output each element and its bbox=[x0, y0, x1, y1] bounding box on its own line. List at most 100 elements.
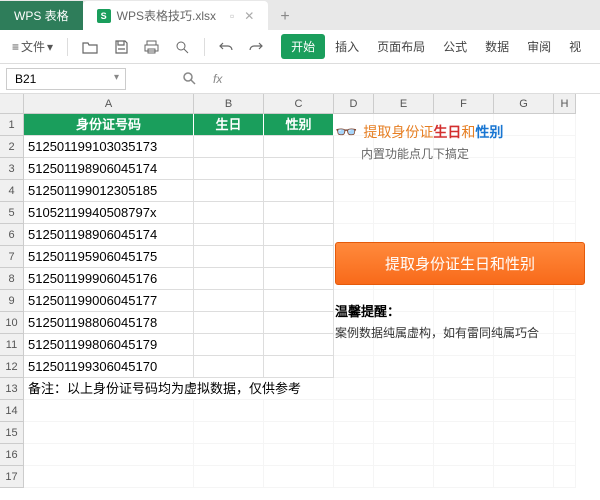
cell[interactable] bbox=[264, 158, 334, 180]
row-header[interactable]: 4 bbox=[0, 180, 24, 202]
cell[interactable] bbox=[194, 422, 264, 444]
cell[interactable] bbox=[264, 400, 334, 422]
cell[interactable] bbox=[554, 422, 576, 444]
cell[interactable]: 512501195906045175 bbox=[24, 246, 194, 268]
row-header[interactable]: 7 bbox=[0, 246, 24, 268]
cell[interactable] bbox=[194, 246, 264, 268]
row-header[interactable]: 9 bbox=[0, 290, 24, 312]
cell[interactable] bbox=[334, 466, 374, 488]
cell[interactable] bbox=[334, 422, 374, 444]
close-icon[interactable]: ✕ bbox=[244, 9, 254, 23]
col-header-H[interactable]: H bbox=[554, 94, 576, 114]
col-header-E[interactable]: E bbox=[374, 94, 434, 114]
cell[interactable] bbox=[264, 444, 334, 466]
cell[interactable] bbox=[24, 466, 194, 488]
col-header-F[interactable]: F bbox=[434, 94, 494, 114]
fx-label[interactable]: fx bbox=[213, 72, 222, 86]
cell[interactable] bbox=[264, 246, 334, 268]
cell[interactable] bbox=[494, 400, 554, 422]
undo-button[interactable] bbox=[213, 37, 239, 57]
cell[interactable] bbox=[264, 224, 334, 246]
cell[interactable] bbox=[194, 202, 264, 224]
cell[interactable]: 512501199103035173 bbox=[24, 136, 194, 158]
cell[interactable]: 512501198906045174 bbox=[24, 224, 194, 246]
cell[interactable]: 512501199012305185 bbox=[24, 180, 194, 202]
cell[interactable] bbox=[264, 290, 334, 312]
cell[interactable] bbox=[374, 400, 434, 422]
cell[interactable] bbox=[334, 356, 374, 378]
new-tab-button[interactable]: + bbox=[268, 4, 301, 30]
cell[interactable] bbox=[434, 422, 494, 444]
row-header[interactable]: 8 bbox=[0, 268, 24, 290]
cell[interactable] bbox=[494, 378, 554, 400]
cell[interactable]: 512501198906045174 bbox=[24, 158, 194, 180]
col-header-D[interactable]: D bbox=[334, 94, 374, 114]
cell[interactable]: 512501199806045179 bbox=[24, 334, 194, 356]
cell[interactable]: 512501199006045177 bbox=[24, 290, 194, 312]
tab-insert[interactable]: 插入 bbox=[327, 34, 367, 59]
cell[interactable] bbox=[494, 444, 554, 466]
search-icon[interactable] bbox=[176, 67, 203, 90]
preview-button[interactable] bbox=[169, 36, 196, 58]
cell[interactable] bbox=[194, 180, 264, 202]
cell[interactable] bbox=[24, 444, 194, 466]
row-header[interactable]: 15 bbox=[0, 422, 24, 444]
name-box[interactable]: B21 bbox=[6, 68, 126, 90]
cell[interactable] bbox=[194, 136, 264, 158]
file-tab[interactable]: S WPS表格技巧.xlsx ▫ ✕ bbox=[83, 1, 269, 30]
cell[interactable] bbox=[494, 356, 554, 378]
cell[interactable]: 512501198806045178 bbox=[24, 312, 194, 334]
row-header[interactable]: 2 bbox=[0, 136, 24, 158]
tab-data[interactable]: 数据 bbox=[477, 34, 517, 59]
cell[interactable] bbox=[194, 400, 264, 422]
tab-review[interactable]: 审阅 bbox=[519, 34, 559, 59]
cell[interactable] bbox=[264, 268, 334, 290]
row-header[interactable]: 1 bbox=[0, 114, 24, 136]
cell[interactable] bbox=[194, 312, 264, 334]
redo-button[interactable] bbox=[243, 37, 269, 57]
col-header-G[interactable]: G bbox=[494, 94, 554, 114]
cell[interactable] bbox=[194, 158, 264, 180]
select-all-corner[interactable] bbox=[0, 94, 24, 114]
cell[interactable] bbox=[334, 378, 374, 400]
cell[interactable]: 51052119940508797x bbox=[24, 202, 194, 224]
row-header[interactable]: 5 bbox=[0, 202, 24, 224]
open-button[interactable] bbox=[76, 36, 104, 58]
cell[interactable] bbox=[194, 224, 264, 246]
cell[interactable] bbox=[264, 466, 334, 488]
cell[interactable] bbox=[24, 422, 194, 444]
cell[interactable] bbox=[194, 290, 264, 312]
cell[interactable] bbox=[24, 400, 194, 422]
cell[interactable]: 性别 bbox=[264, 114, 334, 136]
col-header-C[interactable]: C bbox=[264, 94, 334, 114]
note-cell[interactable]: 备注：以上身份证号码均为虚拟数据，仅供参考 bbox=[24, 378, 334, 400]
cell[interactable] bbox=[434, 444, 494, 466]
cell[interactable] bbox=[194, 356, 264, 378]
cell[interactable] bbox=[334, 444, 374, 466]
cell[interactable]: 身份证号码 bbox=[24, 114, 194, 136]
row-header[interactable]: 13 bbox=[0, 378, 24, 400]
cell[interactable] bbox=[434, 400, 494, 422]
cell[interactable] bbox=[494, 466, 554, 488]
tab-view[interactable]: 视 bbox=[561, 34, 589, 59]
cell[interactable] bbox=[374, 422, 434, 444]
cell[interactable] bbox=[554, 378, 576, 400]
cell[interactable] bbox=[434, 356, 494, 378]
row-header[interactable]: 16 bbox=[0, 444, 24, 466]
cell[interactable]: 512501199906045176 bbox=[24, 268, 194, 290]
cell[interactable] bbox=[264, 422, 334, 444]
row-header[interactable]: 14 bbox=[0, 400, 24, 422]
cell[interactable] bbox=[264, 136, 334, 158]
tab-layout[interactable]: 页面布局 bbox=[369, 34, 433, 59]
save-button[interactable] bbox=[108, 36, 134, 58]
cell[interactable] bbox=[374, 378, 434, 400]
cell[interactable] bbox=[554, 356, 576, 378]
cell[interactable] bbox=[554, 400, 576, 422]
cell[interactable] bbox=[194, 334, 264, 356]
row-header[interactable]: 6 bbox=[0, 224, 24, 246]
tab-formula[interactable]: 公式 bbox=[435, 34, 475, 59]
cell[interactable] bbox=[194, 466, 264, 488]
cell[interactable] bbox=[264, 180, 334, 202]
cell[interactable] bbox=[494, 422, 554, 444]
cell[interactable]: 生日 bbox=[194, 114, 264, 136]
